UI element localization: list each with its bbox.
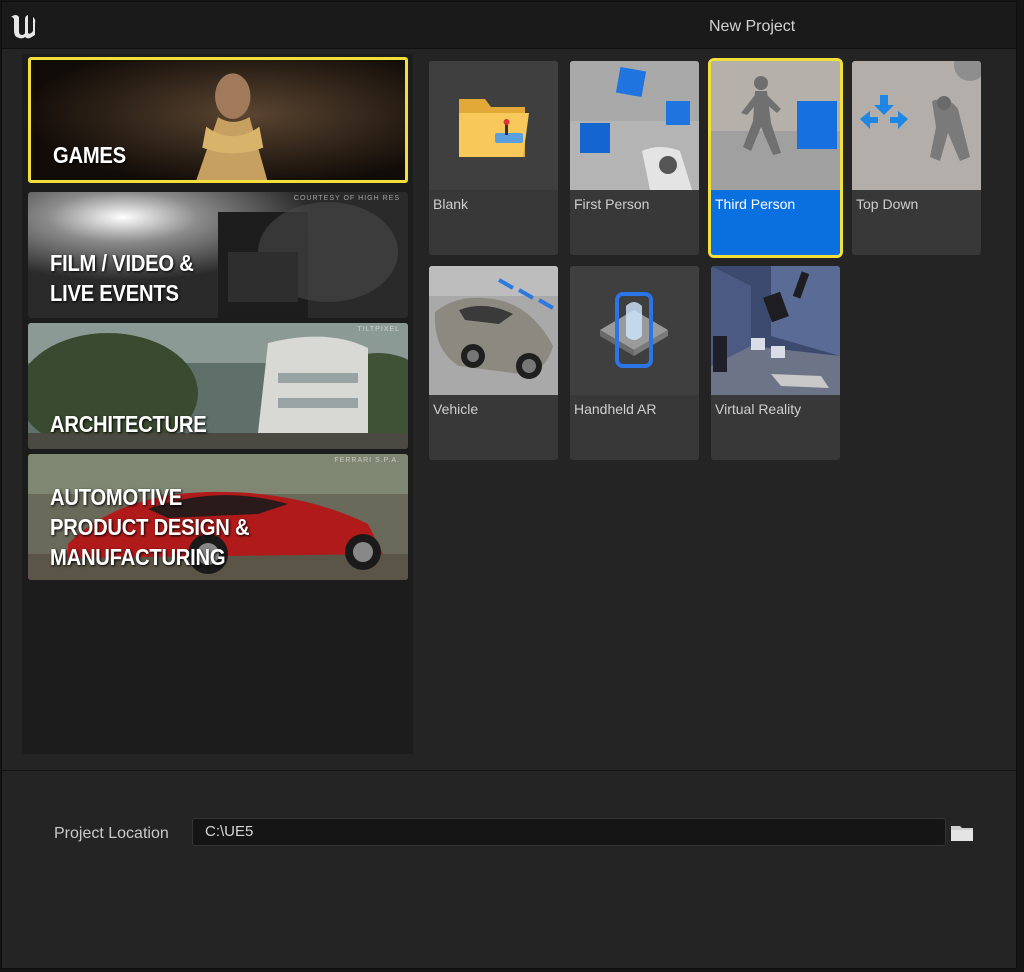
category-games[interactable]: GAMES bbox=[28, 57, 408, 183]
category-label: GAMES bbox=[53, 142, 126, 168]
template-vehicle[interactable]: Vehicle bbox=[429, 266, 558, 460]
vehicle-icon bbox=[429, 266, 558, 395]
browse-folder-icon[interactable] bbox=[951, 824, 975, 842]
title-bar: New Project bbox=[2, 2, 1016, 49]
window-title: New Project bbox=[709, 18, 796, 35]
project-location-input[interactable]: C:\UE5 bbox=[192, 818, 946, 846]
category-automotive-product-design[interactable]: FERRARI S.P.A. AUTOMOTIVE PRODUCT DESIGN… bbox=[28, 454, 408, 580]
unreal-logo-icon bbox=[11, 15, 36, 39]
template-label: Third Person bbox=[715, 196, 796, 212]
template-label: Blank bbox=[433, 196, 469, 212]
category-panel: GAMES COURTESY OF HIGH RES FILM / VIDEO … bbox=[22, 54, 413, 754]
template-handheld-ar[interactable]: Handheld AR bbox=[570, 266, 699, 460]
folder-icon bbox=[429, 61, 558, 190]
template-first-person[interactable]: First Person bbox=[570, 61, 699, 255]
category-credit: FERRARI S.P.A. bbox=[334, 457, 400, 464]
category-label-line3: MANUFACTURING bbox=[50, 544, 226, 570]
third-person-icon bbox=[711, 61, 840, 190]
template-third-person[interactable]: Third Person bbox=[708, 58, 843, 258]
template-label: Top Down bbox=[856, 196, 919, 212]
top-down-icon bbox=[852, 61, 981, 190]
category-credit: COURTESY OF HIGH RES bbox=[293, 195, 400, 202]
divider bbox=[2, 770, 1016, 771]
category-label-line2: LIVE EVENTS bbox=[50, 280, 179, 306]
category-label-line2: PRODUCT DESIGN & bbox=[50, 514, 250, 540]
template-blank[interactable]: Blank bbox=[429, 61, 558, 255]
template-label: Virtual Reality bbox=[715, 401, 802, 417]
category-label-line1: FILM / VIDEO & bbox=[50, 250, 194, 276]
virtual-reality-icon bbox=[711, 266, 840, 395]
project-location-label: Project Location bbox=[54, 825, 169, 842]
first-person-icon bbox=[570, 61, 699, 190]
category-film-video-live-events[interactable]: COURTESY OF HIGH RES FILM / VIDEO & LIVE… bbox=[28, 192, 408, 318]
template-label: First Person bbox=[574, 196, 650, 212]
template-virtual-reality[interactable]: Virtual Reality bbox=[711, 266, 840, 460]
new-project-window: New Project GAMES COURTESY OF HIGH RES F… bbox=[1, 1, 1017, 969]
template-label: Handheld AR bbox=[574, 401, 657, 417]
category-architecture[interactable]: TILTPIXEL ARCHITECTURE bbox=[28, 323, 408, 449]
category-label-line1: AUTOMOTIVE bbox=[50, 484, 182, 510]
category-label: ARCHITECTURE bbox=[50, 411, 207, 437]
category-credit: TILTPIXEL bbox=[357, 326, 400, 333]
handheld-ar-icon bbox=[570, 266, 699, 395]
template-label: Vehicle bbox=[433, 401, 479, 417]
template-top-down[interactable]: Top Down bbox=[852, 61, 981, 255]
